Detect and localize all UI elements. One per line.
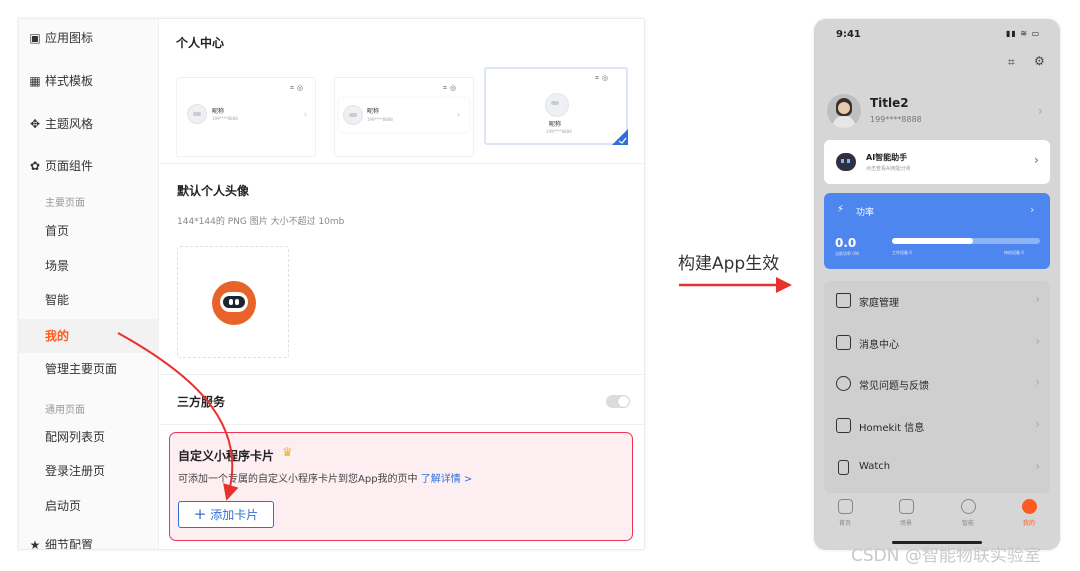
lightning-icon: ⚡ <box>837 204 845 215</box>
chevron-right-icon: › <box>1034 153 1039 167</box>
scene-tab-icon <box>898 499 914 514</box>
menu-item-home-management[interactable]: 家庭管理 › <box>824 281 1050 321</box>
settings-icon[interactable]: ⚙ <box>1034 54 1045 68</box>
power-card[interactable]: ⚡ 功率 › 0.0 当前功率 (W) 工作设备 0 待机设备 0 <box>824 193 1050 269</box>
avatar[interactable] <box>827 94 861 128</box>
watermark: CSDN @智能物联实验室 <box>851 546 1041 566</box>
tab-mine[interactable]: 我的 <box>1009 499 1049 527</box>
tab-home[interactable]: 首页 <box>825 499 865 527</box>
chevron-right-icon: › <box>1035 417 1040 431</box>
ai-subtitle: 点击查看AI用能分析 <box>866 166 911 172</box>
status-icons: ▮▮ ≋ ▭ <box>1006 29 1041 38</box>
build-effect-label: 构建App生效 <box>678 254 780 274</box>
scan-icon[interactable]: ⌗ <box>1008 55 1015 70</box>
menu-item-homekit-info[interactable]: Homekit 信息 › <box>824 406 1050 446</box>
mine-tab-icon <box>1021 499 1037 514</box>
menu-item-message-center[interactable]: 消息中心 › <box>824 323 1050 363</box>
menu-item-watch[interactable]: Watch › <box>824 448 1050 488</box>
power-progress-track <box>892 238 1040 244</box>
homekit-icon <box>836 418 851 433</box>
chevron-right-icon: › <box>1035 459 1040 473</box>
power-title: 功率 <box>856 208 875 218</box>
question-icon <box>836 376 851 391</box>
chevron-right-icon: › <box>1035 292 1040 306</box>
power-progress-fill <box>892 238 974 244</box>
menu-item-faq-feedback[interactable]: 常见问题与反馈 › <box>824 364 1050 404</box>
power-value: 0.0 <box>835 236 857 250</box>
user-name: Title2 <box>870 96 909 110</box>
ai-title: AI智能助手 <box>866 153 908 162</box>
power-unit: 当前功率 (W) <box>835 251 860 256</box>
chevron-right-icon: › <box>1035 375 1040 389</box>
house-icon <box>836 293 851 308</box>
ai-assistant-card[interactable]: AI智能助手 点击查看AI用能分析 › <box>824 140 1050 184</box>
tab-scene[interactable]: 场景 <box>886 499 926 527</box>
user-phone: 199****8888 <box>870 115 922 124</box>
watch-icon <box>838 460 849 475</box>
chevron-right-icon: › <box>1030 203 1035 216</box>
chevron-right-icon: › <box>1038 104 1043 118</box>
message-icon <box>836 335 851 350</box>
phone-preview: 9:41 ▮▮ ≋ ▭ ⌗ ⚙ Title2 199****8888 › AI智… <box>814 19 1060 550</box>
tab-smart[interactable]: 智能 <box>948 499 988 527</box>
chevron-right-icon: › <box>1035 334 1040 348</box>
smart-tab-icon <box>960 499 976 514</box>
robot-icon <box>836 153 856 171</box>
working-devices: 工作设备 0 <box>892 250 912 255</box>
standby-devices: 待机设备 0 <box>1004 250 1024 255</box>
status-time: 9:41 <box>836 29 861 40</box>
home-tab-icon <box>837 499 853 514</box>
